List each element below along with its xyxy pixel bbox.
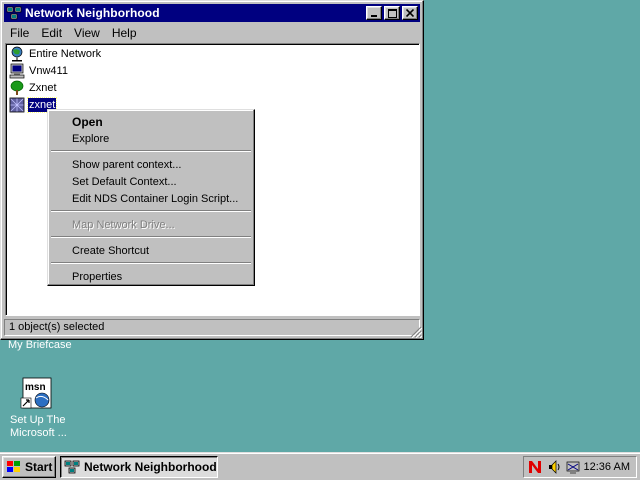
menu-set-default-label: Set Default Context... xyxy=(72,175,177,188)
menu-file[interactable]: File xyxy=(4,26,35,40)
menu-separator xyxy=(51,262,251,264)
network-status-icon[interactable] xyxy=(565,459,581,475)
globe-network-icon xyxy=(11,46,23,62)
item-label: Zxnet xyxy=(29,82,57,94)
start-button[interactable]: Start xyxy=(2,456,56,478)
menu-explore[interactable]: Explore xyxy=(50,130,252,147)
taskbar: Start Network Neighborhood 12:36 AM xyxy=(0,452,640,480)
title-buttons xyxy=(364,6,418,20)
list-item-zxnet-tree[interactable]: Zxnet xyxy=(9,80,58,96)
menu-explore-label: Explore xyxy=(72,132,110,145)
task-network-neighborhood[interactable]: Network Neighborhood xyxy=(60,456,218,478)
resize-grip-icon[interactable] xyxy=(410,326,422,338)
novell-n-icon[interactable] xyxy=(527,459,543,475)
menu-separator xyxy=(51,150,251,152)
computer-icon xyxy=(9,63,25,79)
close-icon xyxy=(406,9,414,17)
menu-bar: File Edit View Help xyxy=(4,24,420,42)
status-bar: 1 object(s) selected xyxy=(4,319,420,336)
svg-text:msn: msn xyxy=(25,382,46,393)
menu-set-default-context[interactable]: Set Default Context... xyxy=(50,173,252,190)
menu-show-parent-label: Show parent context... xyxy=(72,158,182,171)
minimize-icon xyxy=(371,15,377,17)
window-title: Network Neighborhood xyxy=(25,6,160,20)
network-neighborhood-icon xyxy=(6,6,22,20)
maximize-button[interactable] xyxy=(384,6,400,20)
system-tray: 12:36 AM xyxy=(523,456,637,478)
msn-label-line2[interactable]: Microsoft ... xyxy=(10,427,67,440)
speaker-icon[interactable] xyxy=(546,459,562,475)
menu-open-label: Open xyxy=(72,114,103,129)
menu-map-network-drive: Map Network Drive... xyxy=(50,216,252,233)
menu-separator xyxy=(51,236,251,238)
status-text: 1 object(s) selected xyxy=(4,319,420,336)
menu-create-shortcut-label: Create Shortcut xyxy=(72,244,150,257)
menu-help[interactable]: Help xyxy=(106,26,143,40)
title-bar[interactable]: Network Neighborhood xyxy=(4,4,420,22)
windows-logo-icon xyxy=(7,461,20,472)
tree-icon xyxy=(10,80,24,95)
menu-separator xyxy=(51,210,251,212)
menu-view[interactable]: View xyxy=(68,26,106,40)
list-item-entire-network[interactable]: Entire Network xyxy=(9,46,102,62)
minimize-button[interactable] xyxy=(366,6,382,20)
close-button[interactable] xyxy=(402,6,418,20)
context-menu: Open Explore Show parent context... Set … xyxy=(47,109,255,286)
menu-edit-nds-label: Edit NDS Container Login Script... xyxy=(72,192,239,205)
start-label: Start xyxy=(25,460,53,474)
list-item-vnw411[interactable]: Vnw411 xyxy=(9,63,69,79)
item-label: Entire Network xyxy=(29,48,102,60)
menu-show-parent-context[interactable]: Show parent context... xyxy=(50,156,252,173)
menu-edit-nds-login-script[interactable]: Edit NDS Container Login Script... xyxy=(50,190,252,207)
menu-map-drive-label: Map Network Drive... xyxy=(72,218,175,231)
task-label: Network Neighborhood xyxy=(84,460,217,474)
server-icon xyxy=(9,97,25,113)
maximize-icon xyxy=(387,8,397,18)
my-briefcase-label[interactable]: My Briefcase xyxy=(8,339,72,352)
clock[interactable]: 12:36 AM xyxy=(584,461,630,473)
menu-edit[interactable]: Edit xyxy=(35,26,68,40)
item-label: Vnw411 xyxy=(29,65,68,77)
msn-label-line1[interactable]: Set Up The xyxy=(10,414,65,427)
menu-properties-label: Properties xyxy=(72,270,123,283)
network-neighborhood-icon xyxy=(64,460,80,474)
msn-icon[interactable]: msn xyxy=(20,377,54,411)
menu-open[interactable]: Open xyxy=(50,113,252,130)
menu-create-shortcut[interactable]: Create Shortcut xyxy=(50,242,252,259)
menu-properties[interactable]: Properties xyxy=(50,268,252,285)
